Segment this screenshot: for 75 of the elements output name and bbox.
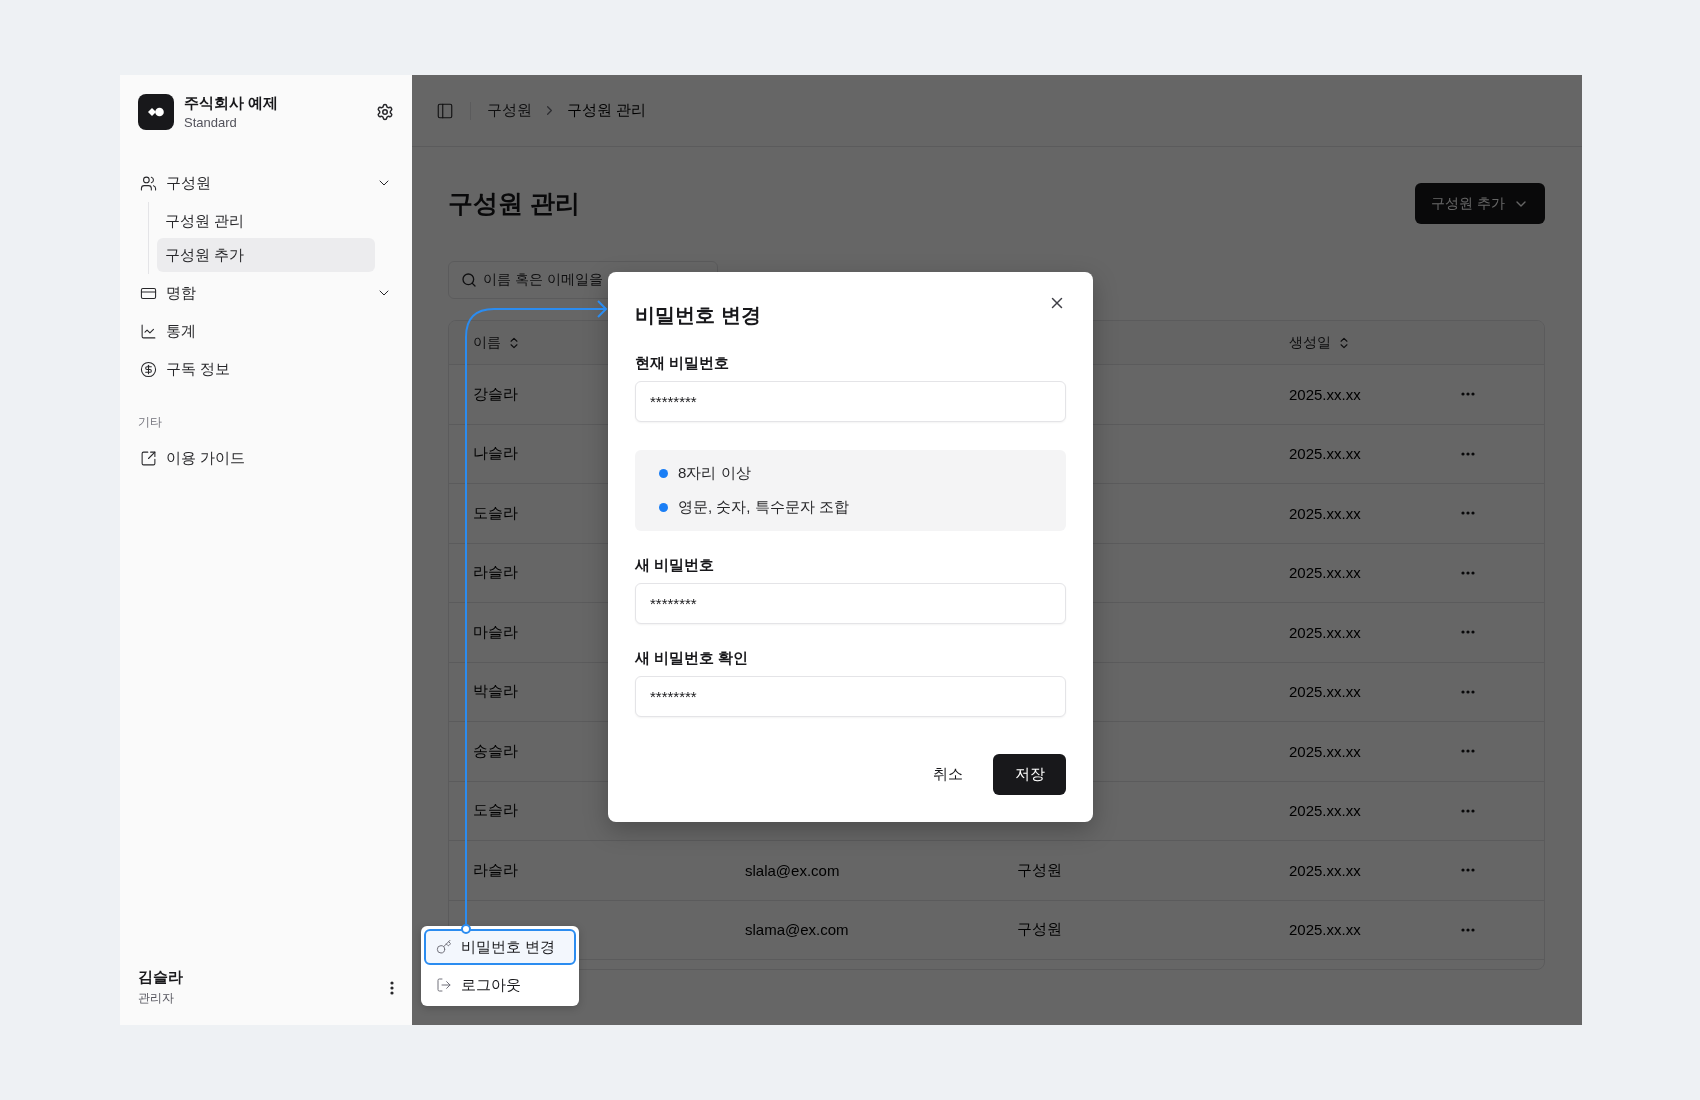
more-icon — [1461, 392, 1475, 397]
nav-item[interactable]: 구독 정보 — [138, 350, 394, 388]
settings-icon — [376, 103, 394, 121]
org-name: 주식회사 예제 — [184, 94, 280, 113]
menu-item[interactable]: 비밀번호 변경 — [424, 929, 576, 965]
sidebar-icon — [436, 101, 454, 120]
key-icon — [436, 939, 452, 955]
nav-item[interactable]: 통계 — [138, 312, 394, 350]
date-cell: 2025.xx.xx — [1289, 802, 1361, 820]
more-icon — [1461, 570, 1475, 575]
line-chart-icon — [140, 322, 157, 340]
role-cell: 구성원 — [1017, 920, 1062, 940]
date-cell: 2025.xx.xx — [1289, 385, 1361, 403]
more-button[interactable] — [390, 980, 394, 995]
field-label: 현재 비밀번호 — [635, 354, 731, 373]
more-icon — [1461, 630, 1475, 635]
password-field[interactable]: ******** — [635, 676, 1066, 717]
email-cell: slala@ex.com — [745, 861, 840, 879]
name-cell: 강슬라 — [473, 384, 518, 404]
user-role: 관리자 — [138, 990, 175, 1007]
field-label: 새 비밀번호 — [635, 556, 716, 575]
date-cell: 2025.xx.xx — [1289, 445, 1361, 463]
more-icon — [1461, 927, 1475, 932]
users-icon — [140, 174, 157, 192]
breadcrumb-link[interactable]: 구성원 관리 — [567, 101, 647, 120]
date-cell: 2025.xx.xx — [1289, 921, 1361, 939]
password-field[interactable]: ******** — [635, 583, 1066, 624]
org-plan: Standard — [184, 115, 238, 130]
name-cell: 박슬라 — [473, 682, 518, 702]
more-vertical-icon — [390, 980, 394, 995]
name-cell: 마슬라 — [473, 622, 518, 642]
logo-icon — [138, 94, 174, 130]
logout-icon — [436, 977, 452, 993]
nav-subitem[interactable]: 구성원 추가 — [157, 238, 375, 272]
role-cell: 구성원 — [1017, 860, 1062, 880]
email-cell: slama@ex.com — [745, 921, 849, 939]
more-icon — [1461, 868, 1475, 873]
date-cell: 2025.xx.xx — [1289, 861, 1361, 879]
more-icon — [1461, 451, 1475, 456]
section-label: 기타 — [138, 414, 163, 431]
name-cell: 라슬라 — [473, 860, 518, 880]
external-link-icon — [140, 449, 157, 467]
rule-text: 8자리 이상 — [678, 464, 751, 483]
save-button[interactable]: 저장 — [993, 754, 1066, 795]
rule-text: 영문, 숫자, 특수문자 조합 — [678, 498, 849, 517]
nav-subitem[interactable]: 구성원 관리 — [157, 204, 375, 238]
date-cell: 2025.xx.xx — [1289, 504, 1361, 522]
more-icon — [1461, 689, 1475, 694]
field-label: 새 비밀번호 확인 — [635, 649, 750, 668]
nav-item[interactable]: 구성원 — [138, 164, 394, 202]
date-cell: 2025.xx.xx — [1289, 623, 1361, 641]
date-cell: 2025.xx.xx — [1289, 742, 1361, 760]
menu-item[interactable]: 로그아웃 — [424, 967, 576, 1003]
more-icon — [1461, 749, 1475, 754]
name-cell: 도슬라 — [473, 801, 518, 821]
user-name: 김슬라 — [138, 968, 184, 987]
more-icon — [1461, 511, 1475, 516]
settings-button[interactable] — [376, 103, 394, 121]
page-title: 구성원 관리 — [448, 188, 580, 219]
dialog-title: 비밀번호 변경 — [635, 303, 761, 328]
name-cell: 송슬라 — [473, 741, 518, 761]
more-icon — [1461, 808, 1475, 813]
password-field[interactable]: ******** — [635, 381, 1066, 422]
name-cell: 라슬라 — [473, 563, 518, 583]
nav-link[interactable]: 이용 가이드 — [138, 439, 394, 477]
date-cell: 2025.xx.xx — [1289, 564, 1361, 582]
name-cell: 나슬라 — [473, 444, 518, 464]
search-icon — [461, 272, 477, 288]
add-member-button[interactable]: 구성원 추가 — [1415, 183, 1545, 224]
name-cell: 도슬라 — [473, 503, 518, 523]
dollar-icon — [140, 360, 157, 378]
sidebar-toggle-button[interactable] — [436, 101, 454, 120]
cancel-button[interactable]: 취소 — [915, 754, 981, 795]
date-cell: 2025.xx.xx — [1289, 683, 1361, 701]
nav-item[interactable]: 명함 — [138, 274, 394, 312]
